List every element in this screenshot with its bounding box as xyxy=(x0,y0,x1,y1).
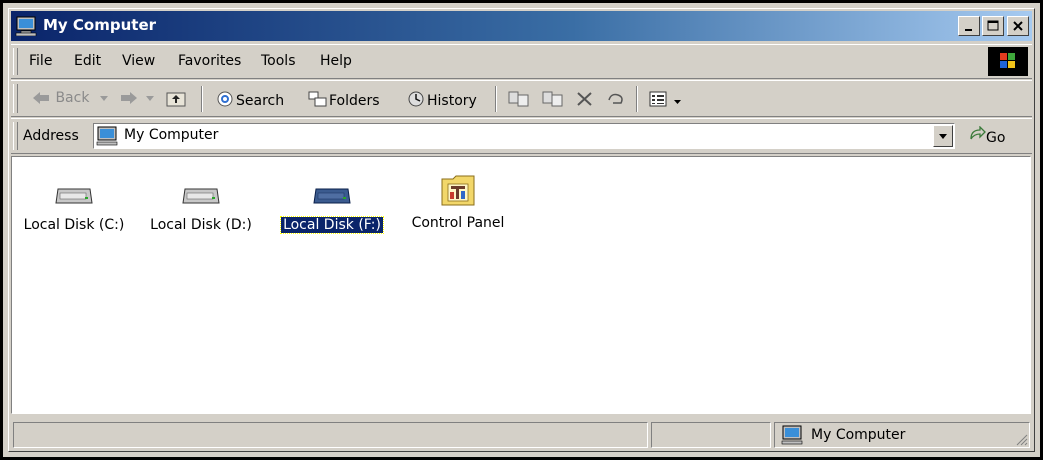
resize-grip-icon[interactable] xyxy=(1014,432,1028,446)
drive-item-d[interactable]: Local Disk (D:) xyxy=(136,167,266,233)
address-value: My Computer xyxy=(124,127,219,143)
status-bar: My Computer xyxy=(11,418,1032,452)
windows-logo-icon xyxy=(988,47,1028,76)
status-pane-zone: My Computer xyxy=(774,422,1030,448)
address-label: Address xyxy=(23,128,79,144)
control-panel-item[interactable]: Control Panel xyxy=(398,167,518,231)
hard-drive-icon xyxy=(182,188,220,204)
toolbar-separator xyxy=(495,86,497,112)
control-panel-icon xyxy=(441,175,475,206)
history-button[interactable]: History xyxy=(405,90,477,109)
my-computer-icon xyxy=(781,425,803,445)
menu-edit[interactable]: Edit xyxy=(74,53,101,69)
hard-drive-icon xyxy=(313,188,351,204)
item-label: Local Disk (D:) xyxy=(150,217,252,233)
undo-icon xyxy=(608,93,623,104)
folders-icon xyxy=(308,91,327,107)
menu-help[interactable]: Help xyxy=(320,53,352,69)
window-title: My Computer xyxy=(43,16,157,34)
menu-bar: File Edit View Favorites Tools Help xyxy=(11,44,1032,79)
title-bar[interactable]: My Computer xyxy=(11,11,1032,41)
move-to-icon xyxy=(508,91,529,107)
hard-drive-icon xyxy=(55,188,93,204)
history-label: History xyxy=(427,93,477,109)
address-dropdown-button[interactable] xyxy=(933,125,953,147)
address-bar-grip[interactable] xyxy=(13,122,18,150)
close-button[interactable] xyxy=(1007,16,1029,36)
search-button[interactable]: Search xyxy=(214,90,284,109)
item-label: Control Panel xyxy=(411,215,505,231)
up-folder-icon xyxy=(166,92,186,107)
chevron-down-icon xyxy=(146,96,154,101)
address-bar: Address My Computer Go xyxy=(11,118,1032,154)
my-computer-icon xyxy=(15,16,37,36)
views-icon xyxy=(649,91,667,107)
copy-to-icon xyxy=(542,91,563,107)
back-label: Back xyxy=(55,90,90,106)
move-to-button[interactable] xyxy=(507,90,531,109)
search-label: Search xyxy=(236,93,285,109)
go-button[interactable]: Go xyxy=(968,125,1006,146)
item-label: Local Disk (C:) xyxy=(23,217,125,233)
chevron-down-icon xyxy=(100,96,108,101)
address-input[interactable]: My Computer xyxy=(93,123,955,149)
file-view[interactable]: Local Disk (C:) Local Disk (D:) Local Di… xyxy=(11,156,1031,414)
chevron-down-icon xyxy=(939,134,947,139)
standard-toolbar: Back Search Folders History xyxy=(11,80,1032,117)
views-button[interactable] xyxy=(648,90,682,109)
delete-icon xyxy=(577,92,592,106)
maximize-icon xyxy=(987,20,999,31)
forward-arrow-icon xyxy=(121,92,137,104)
delete-button[interactable] xyxy=(575,90,595,109)
forward-button[interactable] xyxy=(119,90,139,106)
my-computer-icon xyxy=(96,126,118,146)
drive-item-c[interactable]: Local Disk (C:) xyxy=(12,167,136,233)
folders-button[interactable]: Folders xyxy=(307,90,380,109)
search-icon xyxy=(217,91,233,107)
back-arrow-icon xyxy=(33,92,49,104)
menu-file[interactable]: File xyxy=(29,53,52,69)
up-button[interactable] xyxy=(165,90,187,109)
menu-bar-grip[interactable] xyxy=(13,48,18,75)
toolbar-separator xyxy=(636,86,638,112)
back-button[interactable]: Back xyxy=(31,90,89,106)
history-icon xyxy=(408,91,424,107)
minimize-icon xyxy=(965,29,972,31)
chevron-down-icon xyxy=(674,100,682,104)
close-icon xyxy=(1013,21,1023,31)
drive-item-f[interactable]: Local Disk (F:) xyxy=(268,167,396,234)
back-dropdown[interactable] xyxy=(99,90,109,106)
go-label: Go xyxy=(986,130,1006,146)
menu-tools[interactable]: Tools xyxy=(261,53,296,69)
folders-label: Folders xyxy=(329,93,380,109)
status-pane-size xyxy=(651,422,771,448)
toolbar-grip[interactable] xyxy=(13,84,18,113)
menu-favorites[interactable]: Favorites xyxy=(178,53,241,69)
minimize-button[interactable] xyxy=(958,16,980,36)
maximize-button[interactable] xyxy=(982,16,1004,36)
menu-view[interactable]: View xyxy=(122,53,155,69)
forward-dropdown[interactable] xyxy=(145,90,155,106)
copy-to-button[interactable] xyxy=(541,90,565,109)
window-frame: My Computer File Edit View Favorites Too… xyxy=(8,8,1035,452)
explorer-window: My Computer File Edit View Favorites Too… xyxy=(0,0,1043,460)
status-location: My Computer xyxy=(811,427,906,443)
toolbar-separator xyxy=(201,86,203,112)
go-arrow-icon xyxy=(970,125,986,140)
item-label: Local Disk (F:) xyxy=(280,216,384,234)
status-pane-main xyxy=(13,422,648,448)
undo-button[interactable] xyxy=(605,90,627,109)
